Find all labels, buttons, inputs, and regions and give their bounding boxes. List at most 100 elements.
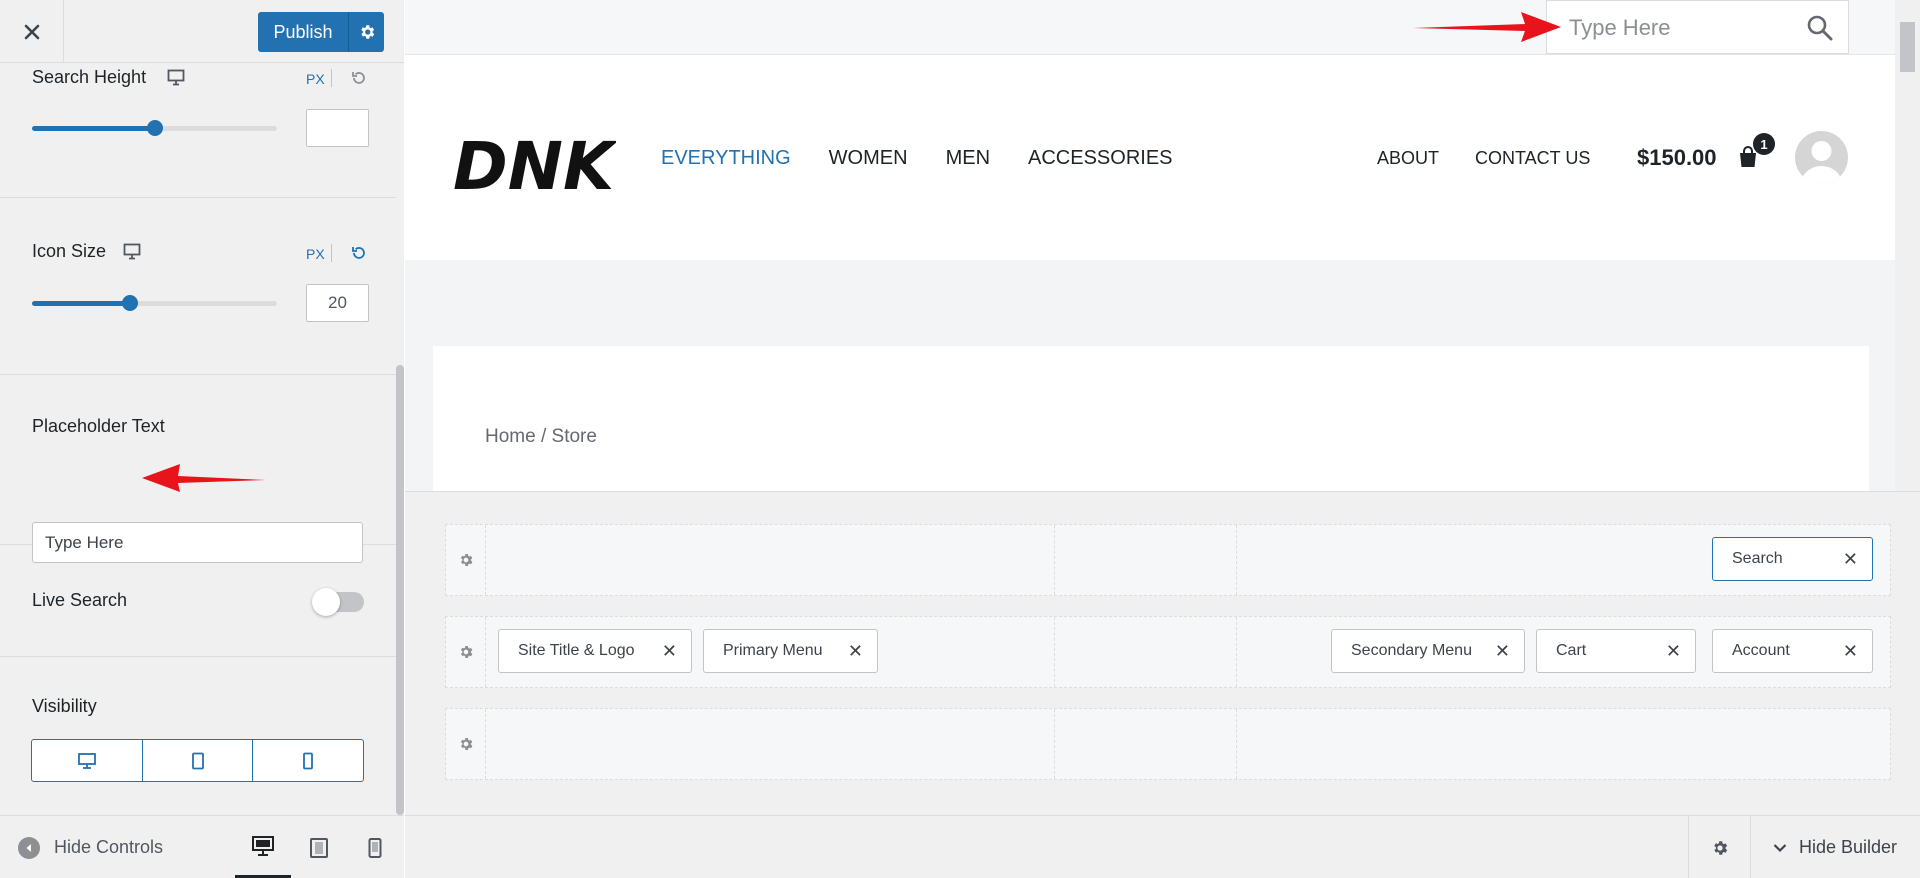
mobile-icon [368,837,382,858]
content-card: Home / Store [433,346,1869,491]
builder-footer: Hide Builder [405,815,1920,878]
publish-settings-button[interactable] [348,12,384,52]
header-top-bar: Type Here [405,0,1895,55]
preview-tablet-button[interactable] [291,816,347,878]
gear-icon [1713,840,1727,855]
builder-item-cart[interactable]: Cart ✕ [1536,629,1696,673]
gear-icon [460,738,472,750]
visibility-desktop-button[interactable] [32,740,143,781]
close-customizer-button[interactable] [0,0,64,63]
publish-group: Publish [258,12,384,52]
site-logo[interactable]: DNK [451,131,616,197]
live-search-toggle[interactable] [312,588,364,616]
builder-row-bottom [445,708,1891,780]
preview-mobile-button[interactable] [347,816,403,878]
breadcrumb: Home / Store [485,426,597,447]
icon-size-label: Icon Size [32,241,107,261]
remove-item-close-icon[interactable]: ✕ [848,642,863,660]
header-builder: Search ✕ Site Title & Logo ✕ Primary Men… [405,491,1920,815]
builder-settings-button[interactable] [1688,816,1750,878]
live-search-label: Live Search [32,590,128,610]
menu-item-about[interactable]: ABOUT [1377,148,1439,169]
account-avatar[interactable] [1795,131,1848,184]
search-height-input[interactable] [306,109,369,147]
visibility-button-group [31,739,364,782]
preview-scrollbar[interactable] [1895,0,1920,491]
builder-item-secondary-menu[interactable]: Secondary Menu ✕ [1331,629,1525,673]
menu-item-contact-us[interactable]: CONTACT US [1475,148,1590,169]
row-settings-button[interactable] [446,525,486,595]
builder-row-top: Search ✕ [445,524,1891,596]
row-settings-button[interactable] [446,709,486,779]
unit-separator [331,244,332,262]
column-divider [1236,709,1237,779]
builder-item-label: Cart [1556,642,1587,659]
search-height-slider[interactable] [32,120,277,136]
reset-icon[interactable] [350,69,368,87]
builder-item-label: Search [1732,550,1783,567]
remove-item-close-icon[interactable]: ✕ [662,642,677,660]
builder-item-site-title-logo[interactable]: Site Title & Logo ✕ [498,629,692,673]
annotation-arrow-icon [1413,12,1561,42]
remove-item-close-icon[interactable]: ✕ [1495,642,1510,660]
slider-handle[interactable] [122,295,138,311]
remove-item-close-icon[interactable]: ✕ [1666,642,1681,660]
menu-item-accessories[interactable]: ACCESSORIES [1028,147,1172,170]
builder-item-search[interactable]: Search ✕ [1712,537,1873,581]
unit-separator [331,69,332,87]
column-divider [1054,617,1055,687]
menu-item-men[interactable]: MEN [946,147,990,170]
hide-controls-button[interactable]: Hide Controls [18,816,163,878]
primary-menu: EVERYTHING WOMEN MEN ACCESSORIES [661,147,1173,170]
close-icon [24,24,39,39]
builder-item-account[interactable]: Account ✕ [1712,629,1873,673]
annotation-arrow-icon [142,464,266,492]
desktop-icon[interactable] [123,243,141,260]
builder-item-label: Secondary Menu [1351,642,1472,659]
tablet-icon [191,752,204,769]
hide-controls-label: Hide Controls [54,837,164,857]
reset-icon[interactable] [350,244,368,262]
icon-size-slider[interactable] [32,295,277,311]
search-height-label: Search Height [32,67,147,87]
unit-px-label[interactable]: PX [306,246,325,262]
panel-scrollbar-thumb[interactable] [396,365,404,815]
column-divider [1054,525,1055,595]
column-divider [1236,617,1237,687]
cart-count-badge: 1 [1753,133,1775,155]
search-icon[interactable] [1806,14,1834,42]
user-icon [1801,141,1842,184]
gear-icon [460,646,472,658]
cart-total[interactable]: $150.00 [1637,145,1717,171]
remove-item-close-icon[interactable]: ✕ [1843,550,1858,568]
row-settings-button[interactable] [446,617,486,687]
toggle-knob [312,588,340,616]
slider-fill [32,301,130,306]
desktop-icon[interactable] [167,69,185,86]
search-placeholder: Type Here [1569,15,1671,40]
remove-item-close-icon[interactable]: ✕ [1843,642,1858,660]
menu-item-women[interactable]: WOMEN [829,147,908,170]
unit-px-label[interactable]: PX [306,71,325,87]
menu-item-everything[interactable]: EVERYTHING [661,147,791,170]
icon-size-input[interactable]: 20 [306,284,369,322]
visibility-tablet-button[interactable] [143,740,254,781]
hide-builder-label: Hide Builder [1799,837,1898,857]
search-height-section: Search Height PX [0,63,397,198]
secondary-menu: ABOUT CONTACT US [1377,148,1590,169]
builder-item-primary-menu[interactable]: Primary Menu ✕ [703,629,878,673]
column-divider [1054,709,1055,779]
panel-footer: Hide Controls [0,815,404,878]
slider-handle[interactable] [147,120,163,136]
visibility-label: Visibility [32,696,97,716]
preview-desktop-button[interactable] [235,816,291,878]
gear-icon [360,25,374,39]
preview-scrollbar-thumb[interactable] [1900,22,1915,72]
publish-button[interactable]: Publish [258,12,348,52]
hide-builder-button[interactable]: Hide Builder [1750,816,1920,878]
placeholder-text-section: Placeholder Text Type Here [0,375,397,563]
visibility-mobile-button[interactable] [253,740,363,781]
mobile-icon [303,752,314,769]
header-search-input[interactable]: Type Here [1546,0,1849,54]
panel-controls-area: Search Height PX Icon Size PX 20 Placeho… [0,63,397,815]
